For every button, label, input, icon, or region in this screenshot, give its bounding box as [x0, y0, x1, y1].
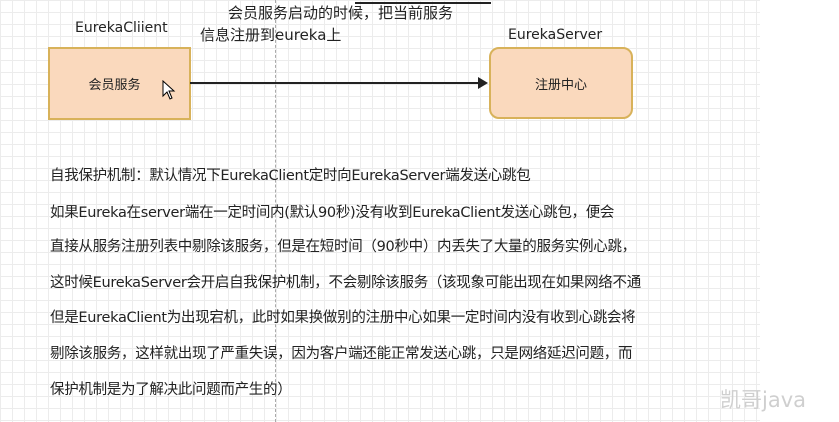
mouse-cursor-icon [162, 80, 176, 100]
client-box-label: 会员服务 [88, 78, 141, 93]
note-line[interactable]: 如果Eureka在server端在一定时间内(默认90秒)没有收到EurekaC… [50, 201, 614, 222]
note-line[interactable]: 但是EurekaClient为出现宕机，此时如果换做别的注册中心如果一定时间内没… [50, 306, 636, 327]
server-title[interactable]: EurekaServer [508, 27, 602, 43]
connector-arrow[interactable] [190, 82, 482, 84]
annotation-line-2[interactable]: 信息注册到eureka上 [200, 24, 341, 45]
note-line[interactable]: 直接从服务注册列表中剔除该服务，但是在短时间（90秒中）内丢失了大量的服务实例心… [50, 235, 636, 256]
note-line[interactable]: 剔除该服务，这样就出现了严重失误，因为客户端还能正常发送心跳，只是网络延迟问题，… [50, 342, 633, 363]
watermark: 凯哥java [720, 388, 806, 412]
note-line[interactable]: 这时候EurekaServer会开启自我保护机制，不会剔除该服务（该现象可能出现… [50, 271, 641, 292]
note-line[interactable]: 保护机制是为了解决此问题而产生的） [50, 378, 292, 399]
arrowhead-icon [478, 77, 488, 89]
server-box-label: 注册中心 [534, 77, 587, 93]
client-title[interactable]: EurekaCliient [75, 20, 168, 36]
server-box[interactable]: 注册中心 [489, 47, 633, 119]
annotation-line-1[interactable]: 会员服务启动的时候，把当前服务 [228, 2, 453, 23]
note-line[interactable]: 自我保护机制：默认情况下EurekaClient定时向EurekaServer端… [50, 164, 531, 185]
